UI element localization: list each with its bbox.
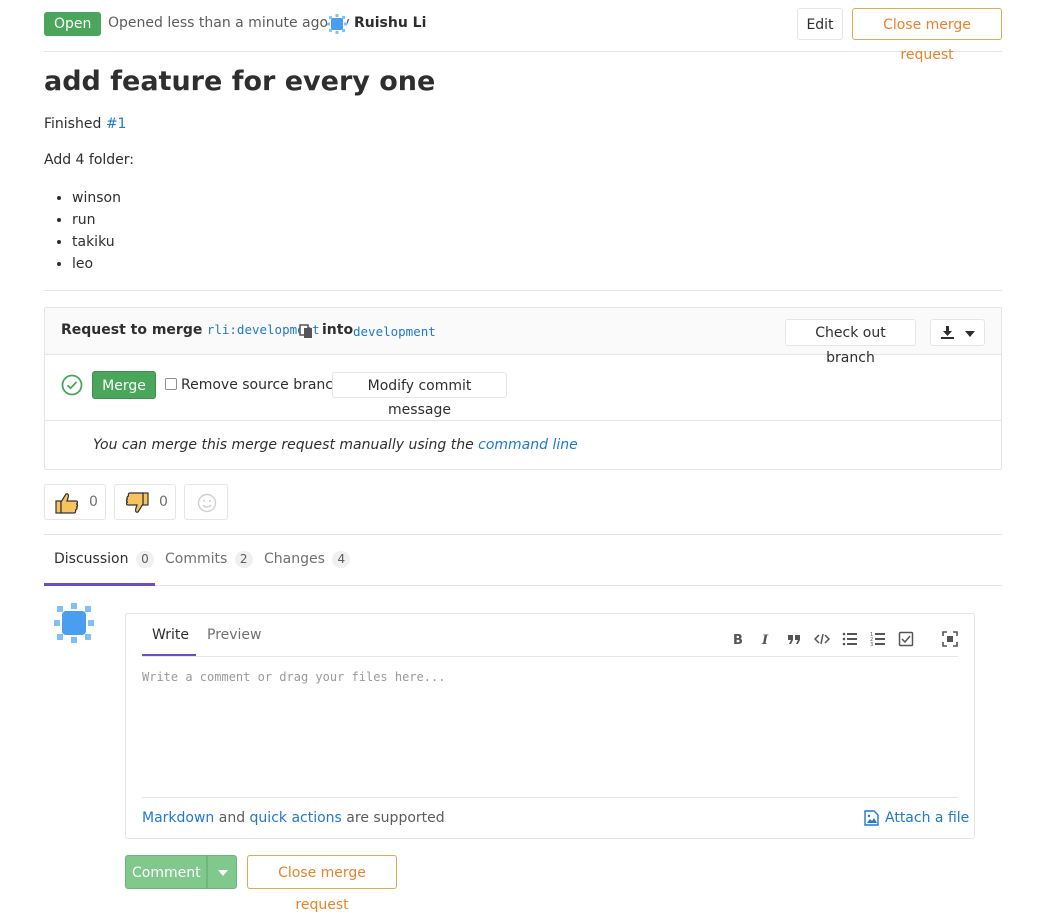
close-merge-request-button[interactable]: Close merge request xyxy=(247,855,397,913)
attach-file-label: Attach a file xyxy=(885,810,970,826)
bullet-list-icon[interactable] xyxy=(842,631,858,647)
mr-header: Open Opened less than a minute ago by Ru… xyxy=(44,8,1002,63)
thumbs-down-award-button[interactable]: 0 xyxy=(114,484,176,520)
svg-text:I: I xyxy=(761,633,769,647)
tab-count-badge: 4 xyxy=(332,551,351,568)
tab-count-badge: 0 xyxy=(135,551,154,568)
comment-button[interactable]: Comment xyxy=(125,855,207,889)
markdown-hint: Markdown and quick actions are supported xyxy=(142,810,445,826)
request-to-merge-label: Request to merge xyxy=(61,322,203,338)
thumbs-up-count: 0 xyxy=(89,494,98,510)
thumbs-up-award-button[interactable]: 0 xyxy=(44,484,106,520)
target-branch-link[interactable]: development xyxy=(353,324,436,339)
description-finished: Finished #1 xyxy=(44,116,126,132)
tab-discussion[interactable]: Discussion 0 xyxy=(54,551,154,568)
author-link[interactable]: Ruishu Li xyxy=(354,15,426,31)
quick-actions-link[interactable]: quick actions xyxy=(250,810,342,826)
ready-check-icon xyxy=(61,374,83,396)
numbered-list-icon[interactable]: 123 xyxy=(870,631,886,647)
preview-tab[interactable]: Preview xyxy=(207,627,262,643)
svg-text:3: 3 xyxy=(870,642,873,647)
merge-widget-body: Merge Remove source branch Modify commit… xyxy=(45,355,1001,421)
list-item: run xyxy=(72,209,121,231)
issue-reference-link[interactable]: #1 xyxy=(106,116,127,132)
status-badge: Open xyxy=(44,12,102,36)
check-out-branch-button[interactable]: Check out branch xyxy=(785,319,916,366)
merge-button[interactable]: Merge xyxy=(92,371,156,399)
finished-label: Finished xyxy=(44,116,102,132)
checkbox[interactable] xyxy=(165,378,177,390)
svg-text:B: B xyxy=(733,633,743,647)
remove-source-branch-checkbox[interactable]: Remove source branch xyxy=(165,377,342,393)
comment-options-dropdown[interactable] xyxy=(207,855,237,889)
thumbs-down-count: 0 xyxy=(159,494,168,510)
author-avatar[interactable] xyxy=(327,14,347,34)
opened-text: Opened less than a minute ago by xyxy=(108,15,350,31)
and-text: and xyxy=(218,810,246,826)
comment-form: Write Preview B I 123 Markdown and quick… xyxy=(125,613,975,839)
download-dropdown-button[interactable] xyxy=(930,319,985,346)
chevron-down-icon xyxy=(218,870,228,876)
divider xyxy=(142,656,958,657)
description-list: winson run takiku leo xyxy=(44,187,121,275)
description-intro: Add 4 folder: xyxy=(44,152,135,168)
bold-icon[interactable]: B xyxy=(730,631,746,647)
remove-source-branch-label: Remove source branch xyxy=(181,377,342,393)
active-tab-indicator xyxy=(44,583,155,586)
image-icon xyxy=(864,810,879,826)
tab-changes[interactable]: Changes 4 xyxy=(264,551,351,568)
quote-icon[interactable] xyxy=(786,631,802,647)
close-merge-request-button[interactable]: Close merge request xyxy=(852,8,1002,63)
comment-textarea[interactable] xyxy=(142,666,958,794)
thumbs-down-icon xyxy=(125,492,149,513)
manual-merge-hint: You can merge this merge request manuall… xyxy=(93,437,578,453)
merge-widget: Request to merge rli:development into de… xyxy=(44,307,1002,470)
command-line-link[interactable]: command line xyxy=(478,437,578,453)
tab-label: Commits xyxy=(165,551,228,567)
list-item: takiku xyxy=(72,231,121,253)
chevron-down-icon xyxy=(965,331,975,337)
list-item: winson xyxy=(72,187,121,209)
tab-label: Changes xyxy=(264,551,325,567)
task-list-icon[interactable] xyxy=(898,631,914,647)
avatar[interactable] xyxy=(54,603,94,643)
download-icon xyxy=(941,326,954,339)
italic-icon[interactable]: I xyxy=(758,631,774,647)
markdown-link[interactable]: Markdown xyxy=(142,810,214,826)
tab-commits[interactable]: Commits 2 xyxy=(165,551,253,568)
merge-request-branches: Request to merge rli:development xyxy=(61,322,320,338)
smiley-icon xyxy=(197,493,217,513)
write-tab[interactable]: Write xyxy=(152,627,189,643)
code-icon[interactable] xyxy=(814,631,830,647)
page-title: add feature for every one xyxy=(44,66,436,97)
thumbs-up-icon xyxy=(55,493,79,514)
edit-button[interactable]: Edit xyxy=(797,8,843,40)
divider xyxy=(142,797,958,798)
tab-label: Discussion xyxy=(54,551,129,567)
supported-text: are supported xyxy=(346,810,445,826)
add-reaction-button[interactable] xyxy=(184,484,228,520)
into-label: into xyxy=(322,322,354,338)
manual-merge-text: You can merge this merge request manuall… xyxy=(93,437,474,453)
modify-commit-message-button[interactable]: Modify commit message xyxy=(332,372,507,418)
divider xyxy=(44,290,1002,291)
merge-widget-header: Request to merge rli:development into de… xyxy=(45,308,1001,366)
copy-branch-icon[interactable] xyxy=(299,324,313,339)
tab-count-badge: 2 xyxy=(234,551,253,568)
fullscreen-icon[interactable] xyxy=(942,631,958,647)
list-item: leo xyxy=(72,253,121,275)
merge-request-tabs: Discussion 0 Commits 2 Changes 4 xyxy=(44,535,1002,586)
